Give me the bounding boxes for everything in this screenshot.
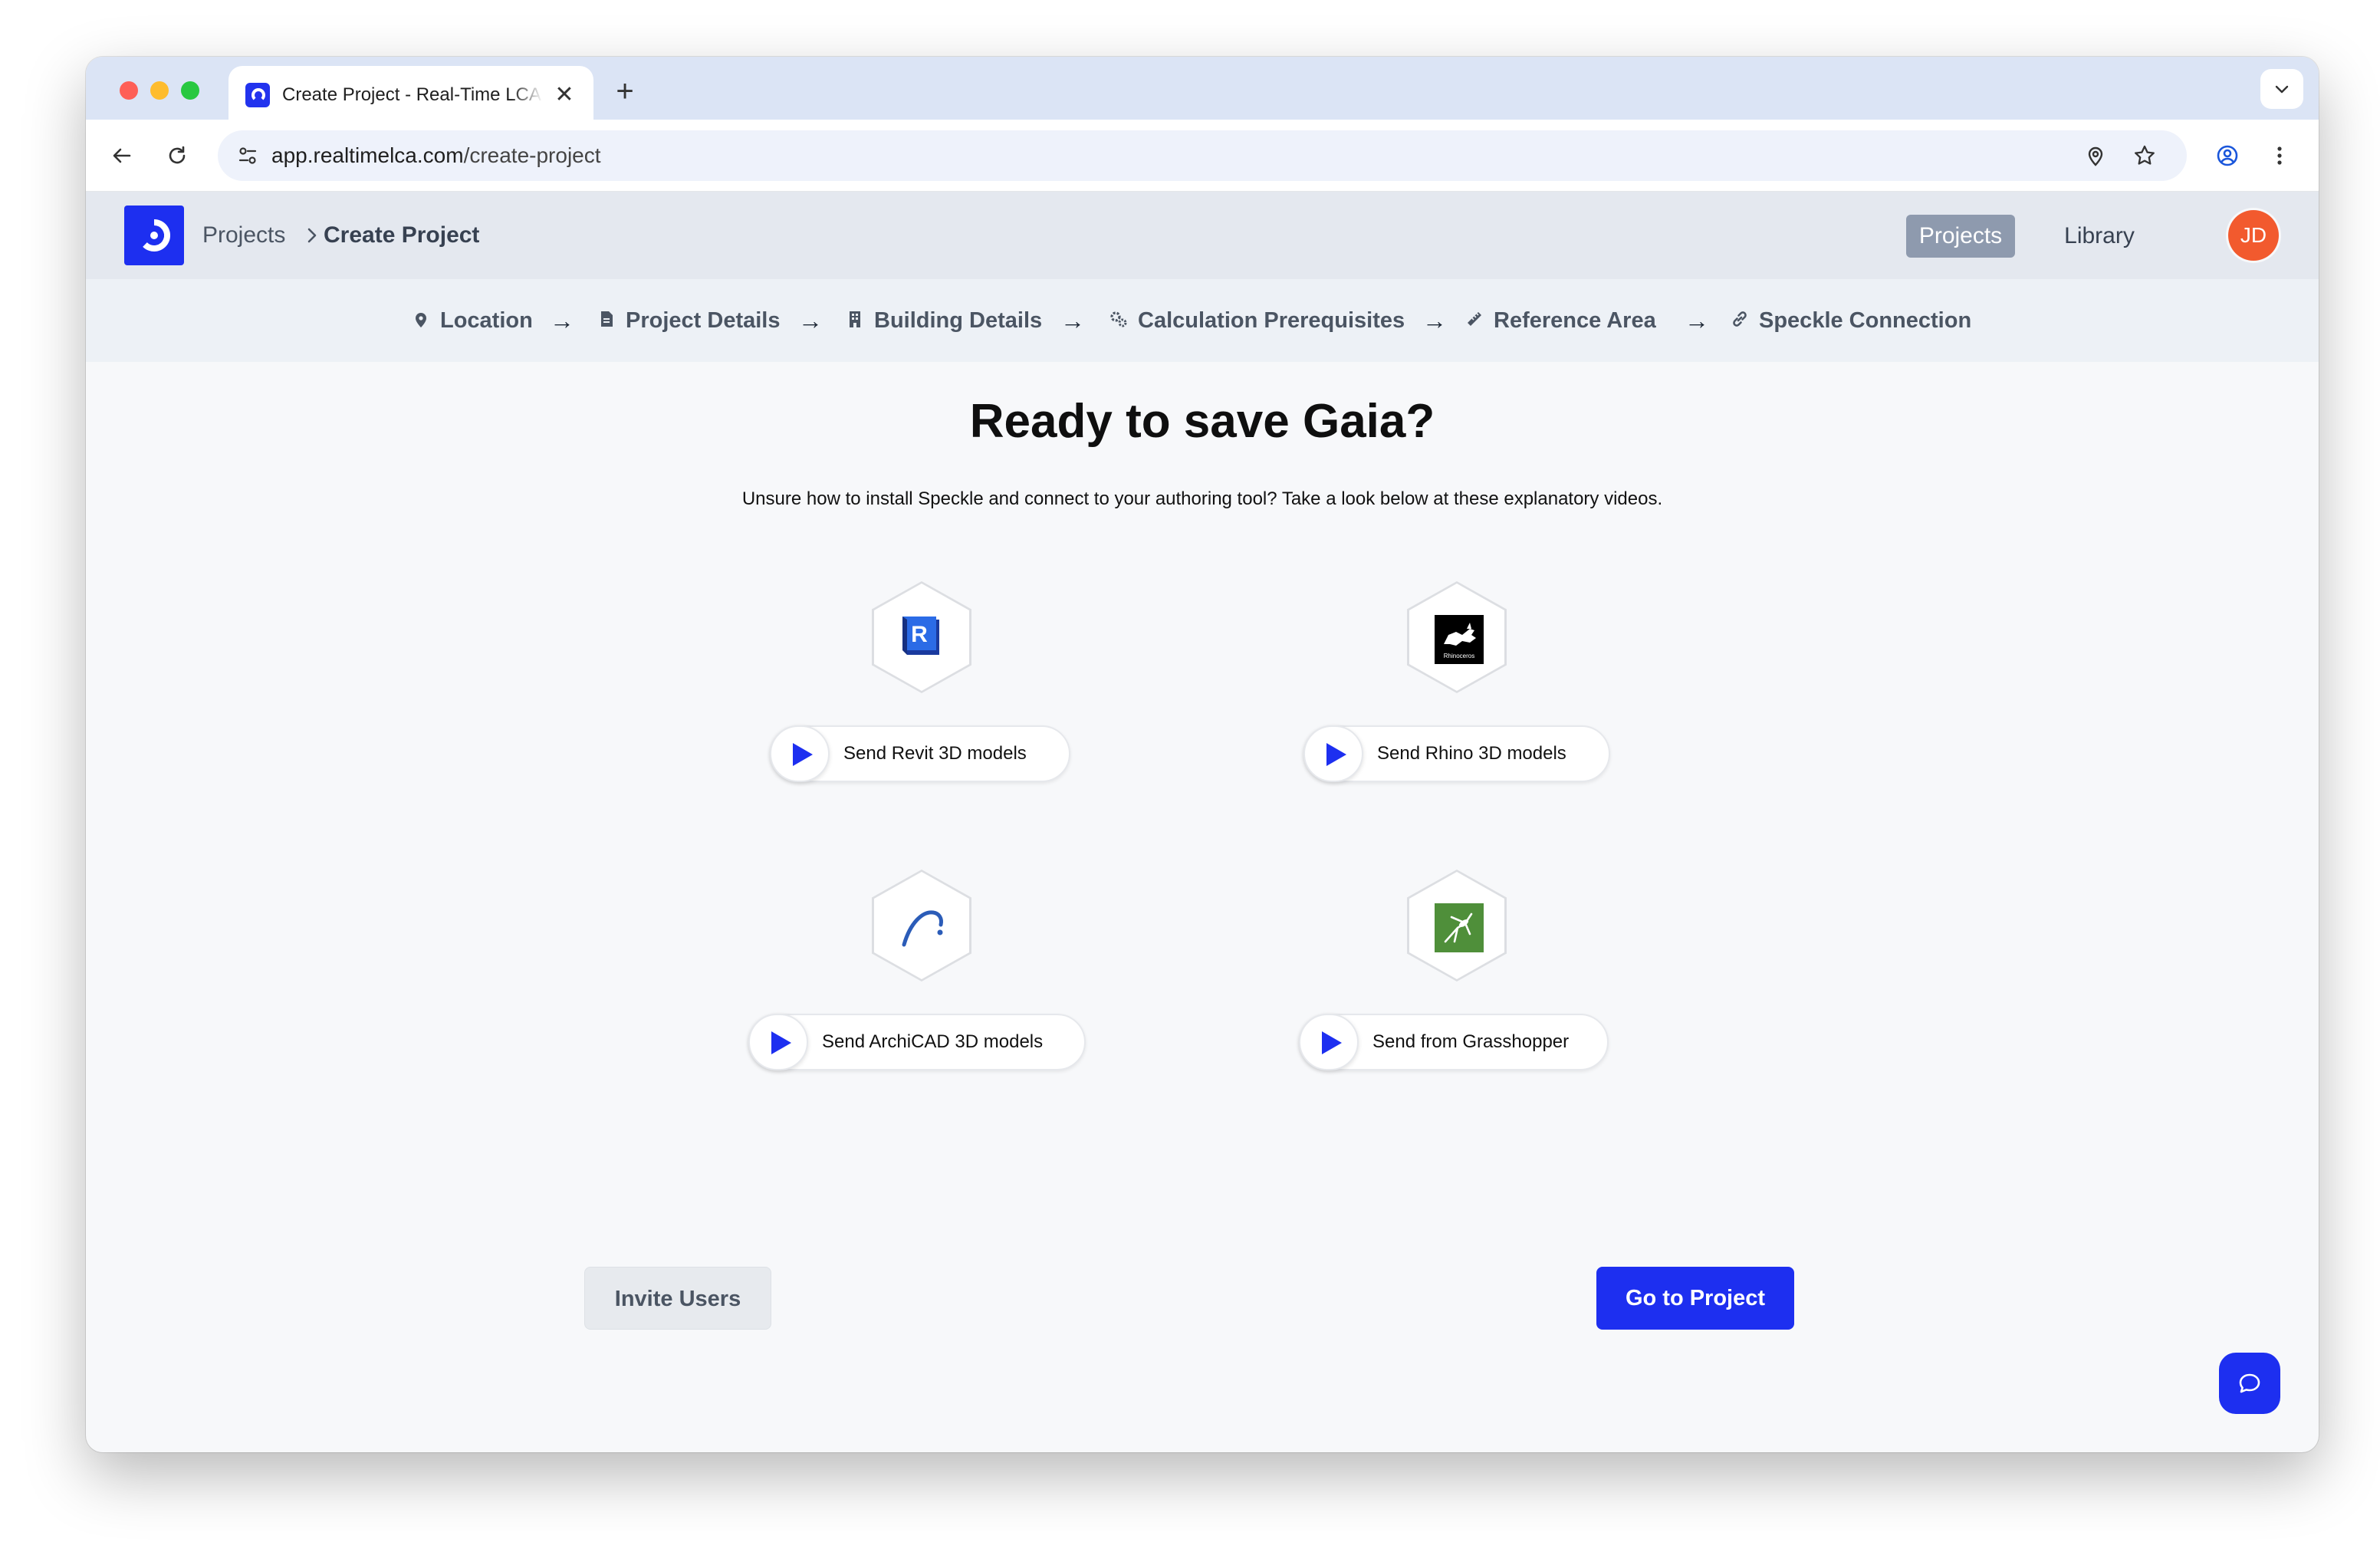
- archicad-logo-icon: [902, 910, 943, 947]
- video-rhino-button[interactable]: Send Rhino 3D models: [1303, 725, 1610, 782]
- app-header: Projects Create Project Projects Library…: [86, 192, 2319, 279]
- step-reference-area[interactable]: Reference Area: [1464, 305, 1656, 336]
- video-revit-button[interactable]: Send Revit 3D models: [770, 725, 1070, 782]
- video-label: Send from Grasshopper: [1372, 1031, 1570, 1052]
- building-icon: [850, 311, 860, 328]
- browser-tab-active[interactable]: Create Project - Real-Time LCA ✕: [228, 66, 593, 120]
- invite-users-button[interactable]: Invite Users: [584, 1267, 771, 1330]
- document-icon: [601, 311, 613, 327]
- tab-search-button[interactable]: [2260, 69, 2303, 109]
- play-icon: [793, 743, 813, 766]
- address-bar[interactable]: app.realtimelca.com/create-project: [218, 130, 2187, 181]
- step-label: Speckle Connection: [1759, 308, 1972, 333]
- tab-title: Create Project - Real-Time LCA: [282, 84, 541, 105]
- more-vertical-icon: [2277, 146, 2282, 165]
- location-permission-button[interactable]: [2079, 140, 2112, 172]
- new-tab-button[interactable]: +: [606, 72, 644, 110]
- step-arrow: →: [1060, 307, 1085, 334]
- account-circle-icon: [2217, 145, 2238, 166]
- video-grasshopper-button[interactable]: Send from Grasshopper: [1299, 1014, 1609, 1070]
- step-label: Location: [440, 308, 533, 333]
- progress-stepper: Location → Project Details → Building De…: [86, 279, 2319, 362]
- revit-logo-badge: R: [872, 581, 971, 693]
- page-title: Ready to save Gaia?: [969, 395, 1435, 448]
- back-button[interactable]: [103, 136, 141, 175]
- video-label: Send Rhino 3D models: [1377, 743, 1566, 764]
- ruler-icon: [1468, 312, 1481, 327]
- play-icon: [1322, 1031, 1342, 1054]
- link-icon: [1733, 311, 1747, 327]
- close-window-button[interactable]: [120, 81, 138, 100]
- map-pin-icon: [416, 313, 426, 328]
- rhino-logo-text: Rhinoceros: [1444, 653, 1474, 659]
- step-label: Building Details: [874, 308, 1043, 333]
- reload-icon: [169, 146, 186, 164]
- svg-text:R: R: [911, 622, 928, 647]
- maximize-window-button[interactable]: [181, 81, 199, 100]
- step-speckle-connection[interactable]: Speckle Connection: [1730, 305, 1971, 336]
- page-subtitle: Unsure how to install Speckle and connec…: [741, 488, 1663, 509]
- play-icon: [771, 1031, 791, 1054]
- tune-icon: [238, 147, 257, 164]
- step-label: Reference Area: [1494, 308, 1656, 333]
- revit-logo-icon: R: [902, 617, 939, 655]
- play-button[interactable]: [1299, 1014, 1359, 1070]
- play-button[interactable]: [770, 725, 830, 782]
- star-icon: [2135, 145, 2155, 165]
- chevron-right-icon: [301, 224, 324, 247]
- map-pin-icon: [2088, 146, 2103, 166]
- video-label: Send ArchiCAD 3D models: [822, 1031, 1044, 1052]
- go-to-project-button[interactable]: Go to Project: [1596, 1267, 1794, 1330]
- gears-icon: [1110, 311, 1127, 327]
- breadcrumb-projects[interactable]: Projects: [202, 221, 285, 250]
- archicad-logo-badge: [872, 870, 971, 982]
- browser-toolbar: app.realtimelca.com/create-project: [86, 120, 2319, 192]
- url-path: /create-project: [463, 143, 601, 167]
- breadcrumb-current: Create Project: [324, 222, 480, 248]
- grasshopper-logo-badge: [1407, 870, 1507, 982]
- chat-bubble-icon: [2239, 1373, 2260, 1393]
- profile-button[interactable]: [2208, 136, 2247, 175]
- app-logo[interactable]: [124, 206, 184, 265]
- play-button[interactable]: [1303, 725, 1363, 782]
- url-host: app.realtimelca.com: [271, 143, 464, 167]
- avatar[interactable]: JD: [2228, 210, 2279, 261]
- step-arrow: →: [1422, 307, 1447, 334]
- nav-library[interactable]: Library: [2049, 215, 2150, 258]
- play-button[interactable]: [748, 1014, 808, 1070]
- step-calculation-prerequisites[interactable]: Calculation Prerequisites: [1109, 305, 1405, 336]
- url-text: app.realtimelca.com/create-project: [271, 141, 601, 170]
- arrow-left-icon: [113, 148, 131, 163]
- tab-strip: Create Project - Real-Time LCA ✕ +: [86, 57, 2319, 120]
- rhino-logo-badge: Rhinoceros: [1407, 581, 1507, 693]
- minimize-window-button[interactable]: [150, 81, 169, 100]
- chat-button[interactable]: [2219, 1353, 2280, 1414]
- chevron-down-icon: [2275, 85, 2289, 94]
- step-arrow: →: [550, 307, 574, 334]
- video-label: Send Revit 3D models: [843, 743, 1027, 764]
- step-arrow: →: [1685, 307, 1709, 334]
- bookmark-button[interactable]: [2129, 140, 2161, 172]
- grasshopper-logo-icon: [1435, 903, 1484, 952]
- favicon-icon: [245, 83, 270, 107]
- video-archicad-button[interactable]: Send ArchiCAD 3D models: [748, 1014, 1086, 1070]
- play-icon: [1326, 743, 1346, 766]
- nav-projects[interactable]: Projects: [1906, 215, 2015, 258]
- browser-window: Create Project - Real-Time LCA ✕ + app.r…: [86, 57, 2319, 1452]
- step-label: Project Details: [626, 308, 781, 333]
- site-info-button[interactable]: [232, 140, 264, 172]
- step-building-details[interactable]: Building Details: [845, 305, 1042, 336]
- browser-menu-button[interactable]: [2260, 136, 2299, 175]
- step-label: Calculation Prerequisites: [1138, 308, 1405, 333]
- step-project-details[interactable]: Project Details: [597, 305, 780, 336]
- close-tab-button[interactable]: ✕: [551, 81, 578, 109]
- reload-button[interactable]: [158, 136, 196, 175]
- step-location[interactable]: Location: [411, 305, 533, 336]
- step-arrow: →: [798, 307, 823, 334]
- logo-icon: [143, 219, 171, 252]
- rhino-logo-icon: Rhinoceros: [1435, 615, 1484, 664]
